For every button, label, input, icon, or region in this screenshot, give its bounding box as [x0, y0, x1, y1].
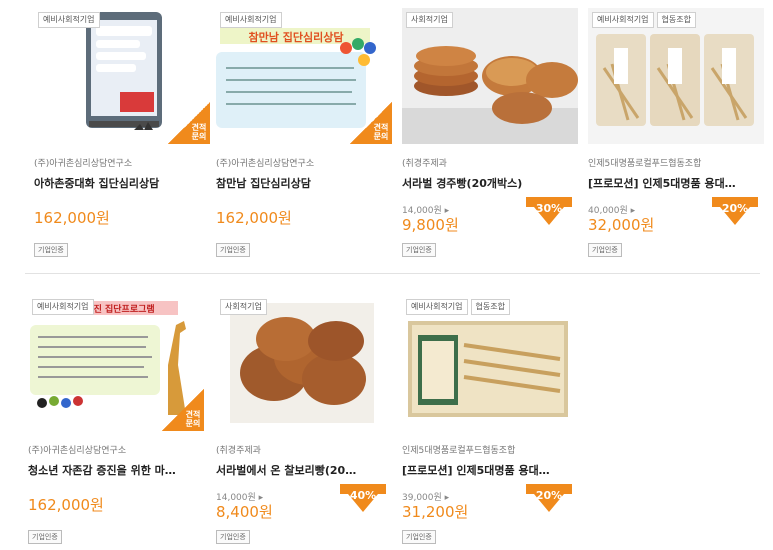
product-card[interactable]: 자존감 증진 집단프로그램 예비사회적기업 견적문의 (주)아귀촌심리상담연구소…	[28, 295, 204, 544]
quote-inquiry-corner[interactable]: 견적문의	[350, 102, 392, 144]
product-thumbnail[interactable]: 자존감 증진 집단프로그램 예비사회적기업 견적문의	[28, 295, 204, 431]
social-enterprise-tag: 예비사회적기업	[38, 12, 100, 28]
price-area: 39,000원 ▸ 31,200원 20%	[402, 484, 578, 524]
product-title[interactable]: 참만남 집단심리상담	[216, 175, 392, 191]
product-card[interactable]: 예비사회적기업 견적문의 (주)아귀촌심리상담연구소 아하촌중대화 집단심리상담…	[34, 8, 210, 257]
price-area: 40,000원 ▸ 32,000원 20%	[588, 197, 764, 237]
seller-name: 인제5대명품로컬푸드협동조합	[588, 159, 702, 169]
price-area: 14,000원 ▸ 8,400원 40%	[216, 484, 392, 524]
social-enterprise-tag: 예비사회적기업	[220, 12, 282, 28]
certified-badge: 기업인증	[216, 530, 250, 544]
certified-badge: 기업인증	[216, 243, 250, 257]
product-price: 162,000원	[34, 209, 110, 227]
product-thumbnail[interactable]: 사회적기업	[216, 295, 392, 431]
seller-name: (주)아귀촌심리상담연구소	[216, 159, 315, 169]
discount-badge: 20%	[712, 197, 758, 225]
product-thumbnail[interactable]: 예비사회적기업 견적문의	[34, 8, 210, 144]
social-enterprise-tag: 예비사회적기업	[32, 299, 94, 315]
product-title[interactable]: [프로모션] 인제5대명품 용대…	[402, 462, 578, 478]
poster-heading: 참만남 집단심리상담	[248, 31, 344, 44]
seller-name: (취경주제과	[216, 446, 261, 456]
certified-badge: 기업인증	[588, 243, 622, 257]
quote-inquiry-corner[interactable]: 견적문의	[162, 389, 204, 431]
product-title[interactable]: 서라벌에서 온 찰보리빵(20…	[216, 462, 392, 478]
dried-fish-box-image	[402, 295, 578, 431]
price-area: 162,000원	[34, 203, 210, 237]
product-title[interactable]: 서라벌 경주빵(20개박스)	[402, 175, 578, 191]
product-thumbnail[interactable]: 사회적기업	[402, 8, 578, 144]
product-title[interactable]: 청소년 자존감 증진을 위한 마…	[28, 462, 204, 478]
discount-badge: 20%	[526, 484, 572, 512]
row-divider	[25, 273, 760, 274]
product-card[interactable]: 예비사회적기업 협동조합 인제5대명품로컬푸드협동조합 [프로모션] 인제5대명…	[588, 8, 764, 257]
discount-badge: 40%	[340, 484, 386, 512]
product-title[interactable]: [프로모션] 인제5대명품 용대…	[588, 175, 764, 191]
pancake-stack-image	[216, 295, 392, 431]
social-enterprise-tag: 예비사회적기업	[592, 12, 654, 28]
seller-name: (주)아귀촌심리상담연구소	[28, 446, 127, 456]
product-card[interactable]: 예비사회적기업 협동조합 인제5대명품로컬푸드협동조합 [프로모션] 인제5대명…	[402, 295, 578, 544]
product-title[interactable]: 아하촌중대화 집단심리상담	[34, 175, 210, 191]
product-price: 162,000원	[216, 209, 292, 227]
cooperative-tag: 협동조합	[470, 299, 510, 315]
social-enterprise-tag: 사회적기업	[406, 12, 453, 28]
social-enterprise-tag: 사회적기업	[220, 299, 267, 315]
certified-badge: 기업인증	[402, 530, 436, 544]
bread-image	[402, 8, 578, 144]
price-area: 162,000원	[28, 490, 204, 524]
product-thumbnail[interactable]: 예비사회적기업 협동조합	[402, 295, 578, 431]
certified-badge: 기업인증	[402, 243, 436, 257]
quote-inquiry-corner[interactable]: 견적문의	[168, 102, 210, 144]
cooperative-tag: 협동조합	[656, 12, 696, 28]
certified-badge: 기업인증	[28, 530, 62, 544]
product-card[interactable]: 사회적기업 (취경주제과 서라벌 경주빵(20개박스) 14,000원 ▸ 9,…	[402, 8, 578, 257]
product-card[interactable]: 사회적기업 (취경주제과 서라벌에서 온 찰보리빵(20… 14,000원 ▸ …	[216, 295, 392, 544]
social-enterprise-tag: 예비사회적기업	[406, 299, 468, 315]
discount-badge: 30%	[526, 197, 572, 225]
product-price: 162,000원	[28, 496, 104, 514]
seller-name: (주)아귀촌심리상담연구소	[34, 159, 133, 169]
product-thumbnail[interactable]: 예비사회적기업 협동조합	[588, 8, 764, 144]
product-card[interactable]: 참만남 집단심리상담 예비사회적기업 견적문의 (주)아귀촌심리상담연구소 참만…	[216, 8, 392, 257]
dried-fish-bags-image	[588, 8, 764, 144]
price-area: 162,000원	[216, 203, 392, 237]
seller-name: (취경주제과	[402, 159, 447, 169]
certified-badge: 기업인증	[34, 243, 68, 257]
seller-name: 인제5대명품로컬푸드협동조합	[402, 446, 516, 456]
product-thumbnail[interactable]: 참만남 집단심리상담 예비사회적기업 견적문의	[216, 8, 392, 144]
price-area: 14,000원 ▸ 9,800원 30%	[402, 197, 578, 237]
